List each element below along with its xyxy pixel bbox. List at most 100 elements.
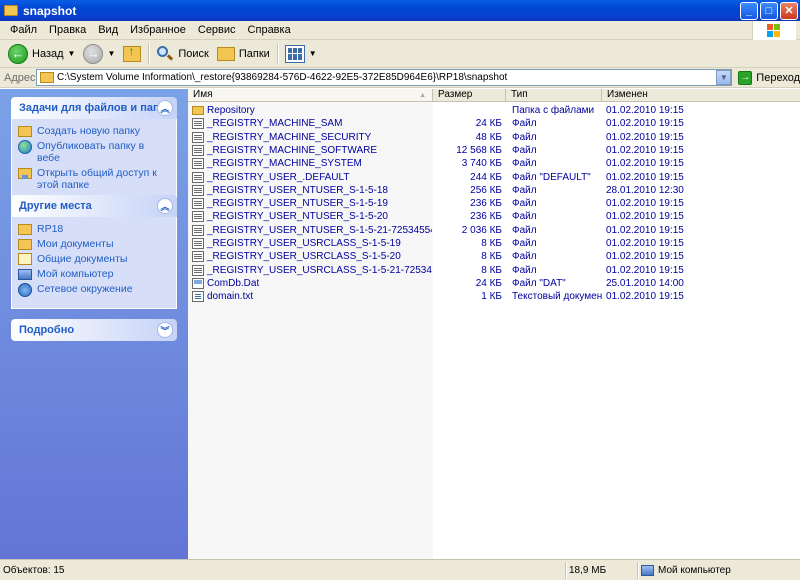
task-publish-web[interactable]: Опубликовать папку в вебе bbox=[18, 140, 170, 164]
file-name-cell[interactable]: _REGISTRY_USER_NTUSER_S-1-5-19 bbox=[192, 197, 432, 210]
file-type: Файл "DAT" bbox=[512, 277, 566, 289]
file-name-cell[interactable]: _REGISTRY_USER_.DEFAULT bbox=[192, 171, 432, 184]
collapse-icon[interactable]: ︽ bbox=[157, 100, 173, 116]
file-name-cell[interactable]: domain.txt bbox=[192, 290, 432, 303]
address-dropdown-button[interactable]: ▼ bbox=[716, 70, 732, 85]
chevron-down-icon[interactable]: ▼ bbox=[68, 49, 76, 58]
file-row[interactable]: _REGISTRY_USER_NTUSER_S-1-5-21-725345543… bbox=[188, 224, 800, 237]
column-header-name[interactable]: Имя ▲ bbox=[188, 89, 433, 102]
shared-documents-icon bbox=[18, 253, 32, 265]
explorer-window: snapshot _ □ ✕ Файл Правка Вид Избранное… bbox=[0, 0, 800, 580]
file-tasks-body: Создать новую папку Опубликовать папку в… bbox=[11, 119, 177, 203]
file-name-cell[interactable]: _REGISTRY_USER_NTUSER_S-1-5-20 bbox=[192, 210, 432, 223]
file-row[interactable]: domain.txt 1 КБ Текстовый документ 01.02.20… bbox=[188, 290, 800, 303]
file-modified: 01.02.2010 19:15 bbox=[606, 251, 684, 263]
file-type: Файл "DEFAULT" bbox=[512, 171, 591, 183]
search-button[interactable]: Поиск bbox=[152, 42, 212, 66]
place-shared-documents[interactable]: Общие документы bbox=[18, 253, 170, 265]
file-row[interactable]: _REGISTRY_USER_NTUSER_S-1-5-20 236 КБ Файл… bbox=[188, 210, 800, 223]
views-button[interactable]: ▼ bbox=[281, 42, 321, 66]
file-row[interactable]: _REGISTRY_USER_USRCLASS_S-1-5-20 8 КБ Файл… bbox=[188, 250, 800, 263]
file-type: Файл bbox=[512, 118, 537, 130]
file-name-cell[interactable]: _REGISTRY_MACHINE_SOFTWARE bbox=[192, 144, 432, 157]
chevron-down-icon[interactable]: ▼ bbox=[309, 49, 317, 58]
file-name: _REGISTRY_USER_NTUSER_S-1-5-21-725345543… bbox=[207, 224, 432, 236]
file-list[interactable]: Имя ▲ Размер Тип Изменен Repository Папка… bbox=[188, 89, 800, 559]
file-row[interactable]: _REGISTRY_MACHINE_SECURITY 48 КБ Файл 01.02… bbox=[188, 131, 800, 144]
file-size: 1 КБ bbox=[481, 291, 502, 303]
place-my-documents[interactable]: Мои документы bbox=[18, 238, 170, 250]
file-row[interactable]: ComDb.Dat 24 КБ Файл "DAT" 25.01.2010 14:00 bbox=[188, 277, 800, 290]
expand-icon[interactable]: ︾ bbox=[157, 322, 173, 338]
collapse-icon[interactable]: ︽ bbox=[157, 198, 173, 214]
file-name: domain.txt bbox=[207, 291, 254, 303]
file-row[interactable]: _REGISTRY_USER_USRCLASS_S-1-5-19 8 КБ Файл… bbox=[188, 237, 800, 250]
file-name-cell[interactable]: _REGISTRY_MACHINE_SECURITY bbox=[192, 131, 432, 144]
file-row[interactable]: Repository Папка с файлами 01.02.2010 19:1… bbox=[188, 104, 800, 117]
column-name-label: Имя bbox=[193, 89, 213, 100]
column-modified-label: Изменен bbox=[607, 89, 648, 100]
file-name-cell[interactable]: _REGISTRY_MACHINE_SYSTEM bbox=[192, 157, 432, 170]
address-input[interactable]: C:\System Volume Information\_restore{93… bbox=[36, 69, 733, 86]
back-button[interactable]: ← Назад ▼ bbox=[4, 42, 79, 66]
folders-button[interactable]: Папки bbox=[213, 42, 274, 66]
place-my-computer[interactable]: Мой компьютер bbox=[18, 268, 170, 280]
file-name-cell[interactable]: _REGISTRY_USER_USRCLASS_S-1-5-20 bbox=[192, 250, 432, 263]
task-share-folder[interactable]: Открыть общий доступ к этой папке bbox=[18, 167, 170, 191]
file-row[interactable]: _REGISTRY_MACHINE_SYSTEM 3 740 КБ Файл 01.0… bbox=[188, 157, 800, 170]
file-type: Файл bbox=[512, 144, 537, 156]
search-label: Поиск bbox=[178, 47, 209, 60]
file-row[interactable]: _REGISTRY_USER_NTUSER_S-1-5-19 236 КБ Файл… bbox=[188, 197, 800, 210]
place-rp18[interactable]: RP18 bbox=[18, 223, 170, 235]
status-size: 18,9 МБ bbox=[566, 561, 638, 579]
file-name-cell[interactable]: Repository bbox=[192, 104, 432, 117]
address-value[interactable]: C:\System Volume Information\_restore{93… bbox=[57, 72, 716, 83]
file-tasks-header[interactable]: Задачи для файлов и папок ︽ bbox=[11, 97, 177, 119]
file-name-cell[interactable]: _REGISTRY_USER_USRCLASS_S-1-5-19 bbox=[192, 237, 432, 250]
column-header-type[interactable]: Тип bbox=[506, 89, 602, 102]
menu-favorites[interactable]: Избранное bbox=[124, 24, 192, 36]
minimize-button[interactable]: _ bbox=[740, 1, 758, 20]
file-name-cell[interactable]: ComDb.Dat bbox=[192, 277, 432, 290]
forward-button[interactable]: → ▼ bbox=[79, 42, 119, 66]
folder-up-icon bbox=[123, 44, 142, 62]
title-bar[interactable]: snapshot _ □ ✕ bbox=[0, 0, 800, 21]
file-icon bbox=[192, 224, 204, 236]
menu-tools[interactable]: Сервис bbox=[192, 24, 242, 36]
chevron-down-icon[interactable]: ▼ bbox=[107, 49, 115, 58]
file-name-cell[interactable]: _REGISTRY_USER_USRCLASS_S-1-5-21-7253455… bbox=[192, 264, 432, 277]
file-row[interactable]: _REGISTRY_USER_.DEFAULT 244 КБ Файл "DEFAU… bbox=[188, 171, 800, 184]
file-name-cell[interactable]: _REGISTRY_USER_NTUSER_S-1-5-21-725345543… bbox=[192, 224, 432, 237]
file-row[interactable]: _REGISTRY_USER_USRCLASS_S-1-5-21-7253455… bbox=[188, 264, 800, 277]
close-button[interactable]: ✕ bbox=[780, 1, 798, 20]
file-type: Файл bbox=[512, 251, 537, 263]
menu-view[interactable]: Вид bbox=[92, 24, 124, 36]
maximize-button[interactable]: □ bbox=[760, 1, 778, 20]
file-size: 256 КБ bbox=[470, 184, 502, 196]
file-row[interactable]: _REGISTRY_USER_NTUSER_S-1-5-18 256 КБ Файл… bbox=[188, 184, 800, 197]
up-button[interactable] bbox=[119, 42, 145, 66]
menu-edit[interactable]: Правка bbox=[43, 24, 92, 36]
file-row[interactable]: _REGISTRY_MACHINE_SAM 24 КБ Файл 01.02.2010… bbox=[188, 117, 800, 130]
go-button[interactable]: → Переход bbox=[738, 70, 800, 85]
file-type: Файл bbox=[512, 238, 537, 249]
column-header-size[interactable]: Размер bbox=[433, 89, 506, 102]
computer-icon bbox=[18, 269, 32, 280]
details-header[interactable]: Подробно ︾ bbox=[11, 319, 177, 341]
file-name-cell[interactable]: _REGISTRY_MACHINE_SAM bbox=[192, 117, 432, 130]
task-new-folder[interactable]: Создать новую папку bbox=[18, 125, 170, 137]
toolbar: ← Назад ▼ → ▼ Поиск Папки ▼ bbox=[0, 40, 800, 68]
place-network[interactable]: Сетевое окружение bbox=[18, 283, 170, 297]
file-modified: 01.02.2010 19:15 bbox=[606, 264, 684, 276]
menu-file[interactable]: Файл bbox=[4, 24, 43, 36]
menu-help[interactable]: Справка bbox=[242, 24, 297, 36]
go-label: Переход bbox=[756, 71, 800, 84]
file-type: Файл bbox=[512, 224, 537, 236]
file-type: Файл bbox=[512, 184, 537, 196]
column-header-modified[interactable]: Изменен bbox=[602, 89, 800, 102]
other-places-header[interactable]: Другие места ︽ bbox=[11, 195, 177, 217]
file-modified: 01.02.2010 19:15 bbox=[606, 144, 684, 156]
file-name-cell[interactable]: _REGISTRY_USER_NTUSER_S-1-5-18 bbox=[192, 184, 432, 197]
other-places-body: RP18 Мои документы Общие документы Мой к… bbox=[11, 217, 177, 309]
file-row[interactable]: _REGISTRY_MACHINE_SOFTWARE 12 568 КБ Файл 0… bbox=[188, 144, 800, 157]
